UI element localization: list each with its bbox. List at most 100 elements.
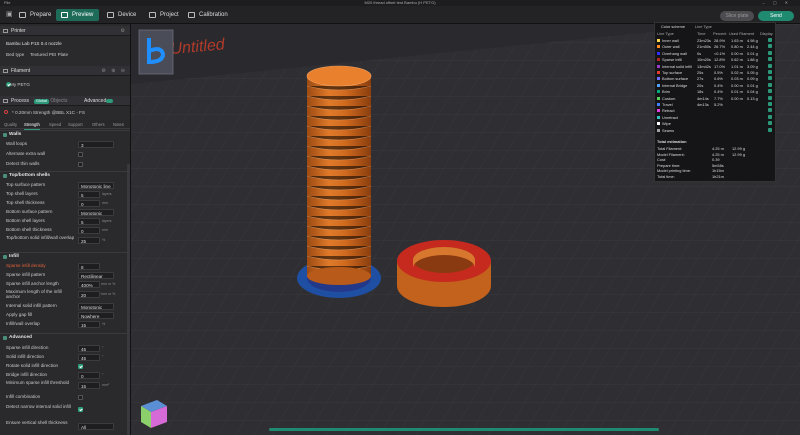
legend-display-checkbox[interactable]: [768, 57, 772, 62]
legend-row[interactable]: Seams: [657, 127, 775, 133]
infill-combination-checkbox[interactable]: [78, 395, 83, 400]
legend-row[interactable]: Wipe: [657, 121, 775, 126]
legend-row[interactable]: Custom 4m14s 7.7% 0.00 m 0.13 g: [657, 95, 775, 101]
legend-display-checkbox[interactable]: [768, 82, 772, 87]
tab-others[interactable]: Others: [92, 120, 105, 129]
filament-actions-icon[interactable]: ⚙ ⊕ ⊖: [101, 66, 127, 76]
slice-plate-button[interactable]: Slice plate: [720, 11, 754, 21]
color-scheme-select[interactable]: Line Type: [695, 24, 712, 29]
sparse-infill-pattern-select[interactable]: Rectilinear: [78, 272, 114, 279]
legend-row[interactable]: Brim 18s 0.4% 0.01 m 0.04 g: [657, 89, 775, 94]
bottom-shell-thickness-input[interactable]: 0: [78, 227, 100, 234]
infill-anchor-input[interactable]: 400%: [78, 281, 100, 288]
legend-swatch: [657, 71, 660, 74]
tab-quality[interactable]: Quality: [4, 120, 17, 129]
anchor-max-unit: mm or %: [101, 292, 116, 296]
internal-solid-infill-select[interactable]: Monotonic: [78, 303, 114, 310]
legend-swatch: [657, 39, 660, 42]
filament-color-swatch[interactable]: [6, 82, 11, 87]
filament-item[interactable]: My PETG: [10, 81, 30, 89]
printer-settings-icon[interactable]: ⚙: [121, 26, 127, 36]
sparse-infill-density-input[interactable]: 8: [78, 263, 100, 270]
gap-fill-select[interactable]: Nowhere: [78, 312, 114, 319]
tab-device[interactable]: Device: [102, 9, 142, 21]
legend-display-checkbox[interactable]: [768, 50, 772, 55]
process-icon: [3, 99, 8, 103]
tab-speed[interactable]: Speed: [49, 120, 61, 129]
legend-row[interactable]: Overhang wall 0s <0.1% 0.00 m 0.01 g: [657, 50, 775, 56]
legend-time: 4m13s: [697, 102, 709, 107]
legend-row[interactable]: Inner wall 23m23s 28.9% 1.63 m 4.98 g: [657, 38, 775, 43]
detect-thin-walls-label: Detect thin walls: [6, 161, 40, 166]
advanced-toggle[interactable]: [106, 99, 113, 103]
legend-display-checkbox[interactable]: [768, 63, 772, 68]
legend-display-checkbox[interactable]: [768, 76, 772, 81]
process-tabs: Quality Strength Speed Support Others No…: [0, 120, 130, 130]
detect-narrow-checkbox[interactable]: [78, 407, 83, 412]
bottom-shell-layers-input[interactable]: 5: [78, 218, 100, 225]
legend-display-checkbox[interactable]: [768, 70, 772, 74]
solid-direction-input[interactable]: 45: [78, 354, 100, 361]
legend-display-checkbox[interactable]: [768, 127, 772, 132]
tab-preview[interactable]: Preview: [56, 9, 100, 21]
legend-row[interactable]: Sparse infill 10m20s 12.8% 0.62 m 1.88 g: [657, 57, 775, 62]
legend-row[interactable]: Bottom surface 27s 0.6% 0.03 m 0.09 g: [657, 76, 775, 81]
shell-overlap-input[interactable]: 25: [78, 237, 100, 244]
printer-header[interactable]: Printer ⚙: [0, 26, 130, 36]
legend-display-checkbox[interactable]: [768, 44, 772, 49]
tab-project[interactable]: Project: [144, 9, 185, 21]
bridge-direction-input[interactable]: 0: [78, 372, 100, 379]
tab-prepare[interactable]: Prepare: [14, 9, 57, 21]
tab-notes[interactable]: Notes: [113, 120, 124, 129]
top-shell-thickness-input[interactable]: 0: [78, 200, 100, 207]
estimation-weight: 12.99 g: [732, 151, 745, 157]
legend-row[interactable]: Outer wall 21m50s 26.7% 0.80 m 2.44 g: [657, 44, 775, 49]
legend-name: Brim: [662, 89, 670, 95]
legend-display-checkbox[interactable]: [768, 102, 772, 106]
estimation-value: 4.25 m: [712, 146, 724, 151]
tab-support[interactable]: Support: [68, 120, 83, 129]
bottom-surface-pattern-select[interactable]: Monotonic: [78, 209, 114, 216]
rotate-solid-checkbox[interactable]: [78, 364, 83, 369]
infill-anchor-max-input[interactable]: 20: [78, 291, 100, 298]
legend-row[interactable]: Internal solid infill 13m42s 17.0% 1.01 m 3.…: [657, 63, 775, 69]
tab-calibration[interactable]: Calibration: [183, 9, 234, 21]
estimation-value: 5m58s: [712, 162, 724, 168]
legend-display-checkbox[interactable]: [768, 114, 772, 119]
legend-row[interactable]: Unretract: [657, 114, 775, 120]
min-sparse-area-input[interactable]: 15: [78, 382, 100, 389]
legend-display-checkbox[interactable]: [768, 108, 772, 113]
legend-length: 0.80 m: [731, 44, 743, 50]
top-surface-pattern-select[interactable]: Monotonic line: [78, 182, 114, 189]
wall-loops-input[interactable]: 3: [78, 141, 114, 148]
bed-type-select[interactable]: Textured PEI Plate: [30, 51, 68, 59]
top-shell-layers-input[interactable]: 5: [78, 191, 100, 198]
alternate-extra-wall-checkbox[interactable]: [78, 152, 83, 157]
ensure-vertical-select[interactable]: All: [78, 423, 114, 430]
filament-header[interactable]: Filament ⚙ ⊕ ⊖: [0, 66, 130, 76]
legend-time: 23m23s: [697, 38, 711, 43]
legend-row[interactable]: Top surface 25s 0.5% 0.02 m 0.05 g: [657, 70, 775, 75]
detect-thin-walls-checkbox[interactable]: [78, 162, 83, 167]
modified-indicator-icon: [4, 110, 8, 114]
layer-slider[interactable]: [269, 428, 659, 431]
tab-strength[interactable]: Strength: [24, 120, 40, 130]
legend-display-checkbox[interactable]: [768, 95, 772, 100]
estimation-row: Total time: 1h21m: [657, 174, 775, 179]
legend-display-checkbox[interactable]: [768, 38, 772, 42]
global-badge[interactable]: Global: [34, 99, 49, 104]
legend-row[interactable]: Retract: [657, 108, 775, 113]
legend-display-checkbox[interactable]: [768, 121, 772, 126]
sidebar-scrollbar[interactable]: [127, 164, 130, 435]
send-button[interactable]: Send: [758, 11, 794, 21]
legend-display-checkbox[interactable]: [768, 89, 772, 94]
sparse-direction-input[interactable]: 45: [78, 345, 100, 352]
infill-wall-overlap-input[interactable]: 15: [78, 321, 100, 328]
legend-percent: 26.7%: [714, 44, 726, 50]
legend-row[interactable]: Internal Bridge 20s 0.4% 0.00 m 0.01 g: [657, 82, 775, 88]
objects-tab[interactable]: Objects: [50, 98, 67, 104]
printer-name[interactable]: Bambu Lab P1S 0.4 nozzle: [6, 40, 62, 48]
bambu-logo-icon: [138, 29, 174, 75]
legend-row[interactable]: Travel 4m13s 5.2%: [657, 102, 775, 107]
process-profile-select[interactable]: * 0.20mm Strength @BBL X1C - FS: [12, 109, 85, 117]
